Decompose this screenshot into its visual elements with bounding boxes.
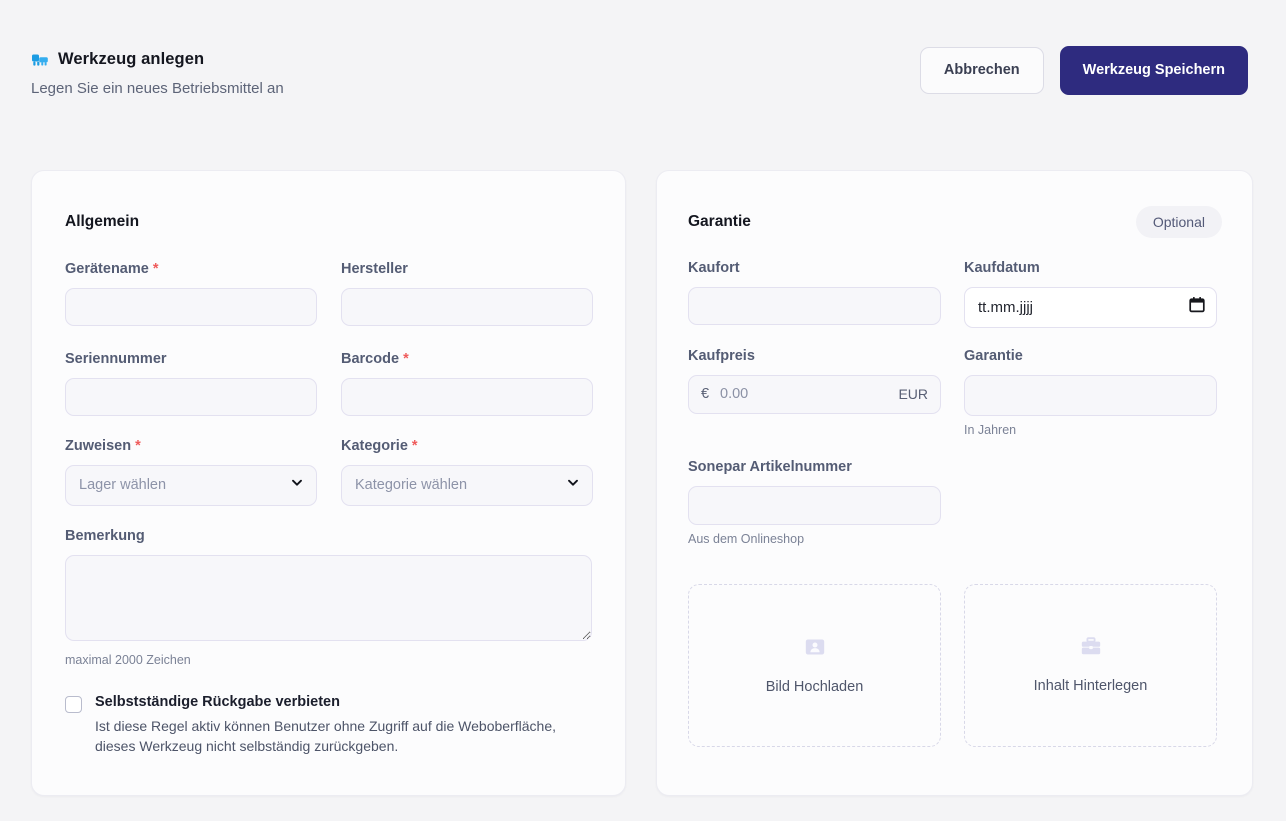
cards-container: Allgemein Gerätename * Hersteller Serien… (31, 170, 1255, 796)
label-kaufpreis: Kaufpreis (688, 347, 755, 364)
rule-checkbox-block: Selbstständige Rückgabe verbieten Ist di… (65, 694, 592, 757)
optional-badge: Optional (1135, 206, 1222, 238)
label-kategorie-text: Kategorie (341, 437, 408, 454)
briefcase-icon (1081, 637, 1101, 661)
row-sonepar: Sonepar Artikelnummer Aus dem Onlineshop (688, 458, 1222, 547)
label-zuweisen-text: Zuweisen (65, 437, 132, 454)
bemerkung-helper: maximal 2000 Zeichen (65, 652, 191, 667)
bild-hochladen-dropzone[interactable]: Bild Hochladen (688, 583, 941, 747)
page-subtitle: Legen Sie ein neues Betriebsmittel an (31, 79, 284, 97)
field-geraetename: Gerätename * (65, 261, 317, 326)
label-geraetename: Gerätename * (65, 261, 317, 278)
zuweisen-select[interactable]: Lager wählen (65, 464, 317, 506)
label-garantie-jahre: Garantie (964, 347, 1023, 364)
label-hersteller: Hersteller (341, 261, 408, 277)
page-title: Werkzeug anlegen (58, 50, 205, 68)
row-seriennummer-barcode: Seriennummer Barcode * (65, 350, 593, 416)
sonepar-spacer (964, 460, 1217, 547)
barcode-input[interactable] (341, 377, 593, 416)
currency-suffix: EUR (898, 386, 928, 403)
inhalt-hinterlegen-dropzone[interactable]: Inhalt Hinterlegen (964, 583, 1217, 747)
kaufdatum-input[interactable]: tt.mm.jjjj (964, 286, 1217, 328)
card-garantie: Garantie Optional Kaufort Kaufdatum tt.m… (656, 170, 1253, 796)
row-geraetename-hersteller: Gerätename * Hersteller (65, 261, 593, 326)
selbststaendige-rueckgabe-checkbox[interactable] (65, 695, 82, 713)
card-garantie-title: Garantie (688, 213, 751, 231)
field-seriennummer: Seriennummer (65, 350, 317, 416)
required-marker: * (411, 437, 418, 454)
label-barcode-text: Barcode (341, 350, 400, 367)
label-barcode: Barcode * (341, 350, 593, 368)
image-portrait-icon (805, 637, 825, 662)
label-sonepar: Sonepar Artikelnummer (688, 458, 852, 475)
label-bemerkung: Bemerkung (65, 527, 145, 544)
label-zuweisen: Zuweisen * (65, 437, 317, 455)
save-button[interactable]: Werkzeug Speichern (1059, 46, 1248, 95)
field-sonepar: Sonepar Artikelnummer Aus dem Onlineshop (688, 458, 941, 547)
kategorie-select[interactable]: Kategorie wählen (341, 464, 593, 506)
card-allgemein: Allgemein Gerätename * Hersteller Serien… (31, 170, 626, 796)
field-garantie-jahre: Garantie In Jahren (964, 347, 1217, 438)
bemerkung-textarea[interactable] (65, 554, 592, 641)
field-kategorie: Kategorie * Kategorie wählen (341, 437, 593, 506)
label-kaufort: Kaufort (688, 260, 740, 276)
upload-dropzones: Bild Hochladen Inhalt Hinterlegen (688, 583, 1222, 747)
bild-hochladen-label: Bild Hochladen (765, 678, 864, 695)
required-marker: * (135, 437, 141, 454)
field-kaufpreis: Kaufpreis € EUR (688, 347, 941, 438)
row-zuweisen-kategorie: Zuweisen * Lager wählen Kategorie * Kate… (65, 437, 593, 506)
required-marker: * (403, 350, 409, 367)
sonepar-helper: Aus dem Onlineshop (688, 531, 805, 546)
rule-description: Ist diese Regel aktiv können Benutzer oh… (95, 718, 556, 755)
hersteller-input[interactable] (341, 287, 593, 326)
seriennummer-input[interactable] (65, 377, 317, 416)
inhalt-hinterlegen-label: Inhalt Hinterlegen (1033, 678, 1148, 695)
page-header: Werkzeug anlegen Legen Sie ein neues Bet… (0, 0, 1286, 98)
header-text-block: Werkzeug anlegen Legen Sie ein neues Bet… (31, 46, 284, 98)
kaufpreis-wrapper: € EUR (688, 374, 941, 414)
card-allgemein-title: Allgemein (65, 213, 140, 231)
field-hersteller: Hersteller (341, 261, 593, 326)
header-actions: Abbrechen Werkzeug Speichern (919, 46, 1248, 95)
field-bemerkung: Bemerkung maximal 2000 Zeichen (65, 527, 592, 668)
kaufdatum-placeholder: tt.mm.jjjj (978, 298, 1033, 316)
label-seriennummer: Seriennummer (65, 350, 167, 367)
field-zuweisen: Zuweisen * Lager wählen (65, 437, 317, 506)
kaufdatum-wrapper: tt.mm.jjjj (964, 286, 1217, 328)
title-row: Werkzeug anlegen (31, 50, 284, 70)
row-kaufpreis-garantie: Kaufpreis € EUR Garantie In Jahren (688, 347, 1222, 438)
rule-text-block: Selbstständige Rückgabe verbieten Ist di… (95, 694, 592, 757)
field-kaufort: Kaufort (688, 260, 941, 328)
required-marker: * (152, 261, 159, 277)
page-root: Werkzeug anlegen Legen Sie ein neues Bet… (0, 0, 1286, 821)
row-kaufort-kaufdatum: Kaufort Kaufdatum tt.mm.jjjj (688, 260, 1222, 328)
card-garantie-header: Garantie Optional (688, 205, 1222, 239)
kategorie-select-wrapper: Kategorie wählen (341, 464, 593, 506)
zuweisen-select-wrapper: Lager wählen (65, 464, 317, 506)
zuweisen-select-value: Lager wählen (79, 477, 167, 494)
sonepar-input[interactable] (688, 485, 941, 525)
tool-icon (31, 51, 49, 69)
garantie-jahre-input[interactable] (964, 374, 1217, 416)
kaufort-input[interactable] (688, 286, 941, 325)
cancel-button[interactable]: Abbrechen (919, 47, 1044, 94)
garantie-jahre-helper: In Jahren (964, 422, 1017, 437)
rule-title: Selbstständige Rückgabe verbieten (95, 693, 340, 710)
field-barcode: Barcode * (341, 350, 593, 416)
kategorie-select-value: Kategorie wählen (355, 477, 468, 494)
euro-symbol: € (701, 386, 710, 403)
card-allgemein-header: Allgemein (65, 205, 592, 239)
label-geraetename-text: Gerätename (65, 261, 149, 277)
label-kategorie: Kategorie * (341, 437, 593, 455)
geraetename-input[interactable] (65, 287, 317, 326)
field-kaufdatum: Kaufdatum tt.mm.jjjj (964, 260, 1217, 328)
label-kaufdatum: Kaufdatum (964, 260, 1040, 276)
